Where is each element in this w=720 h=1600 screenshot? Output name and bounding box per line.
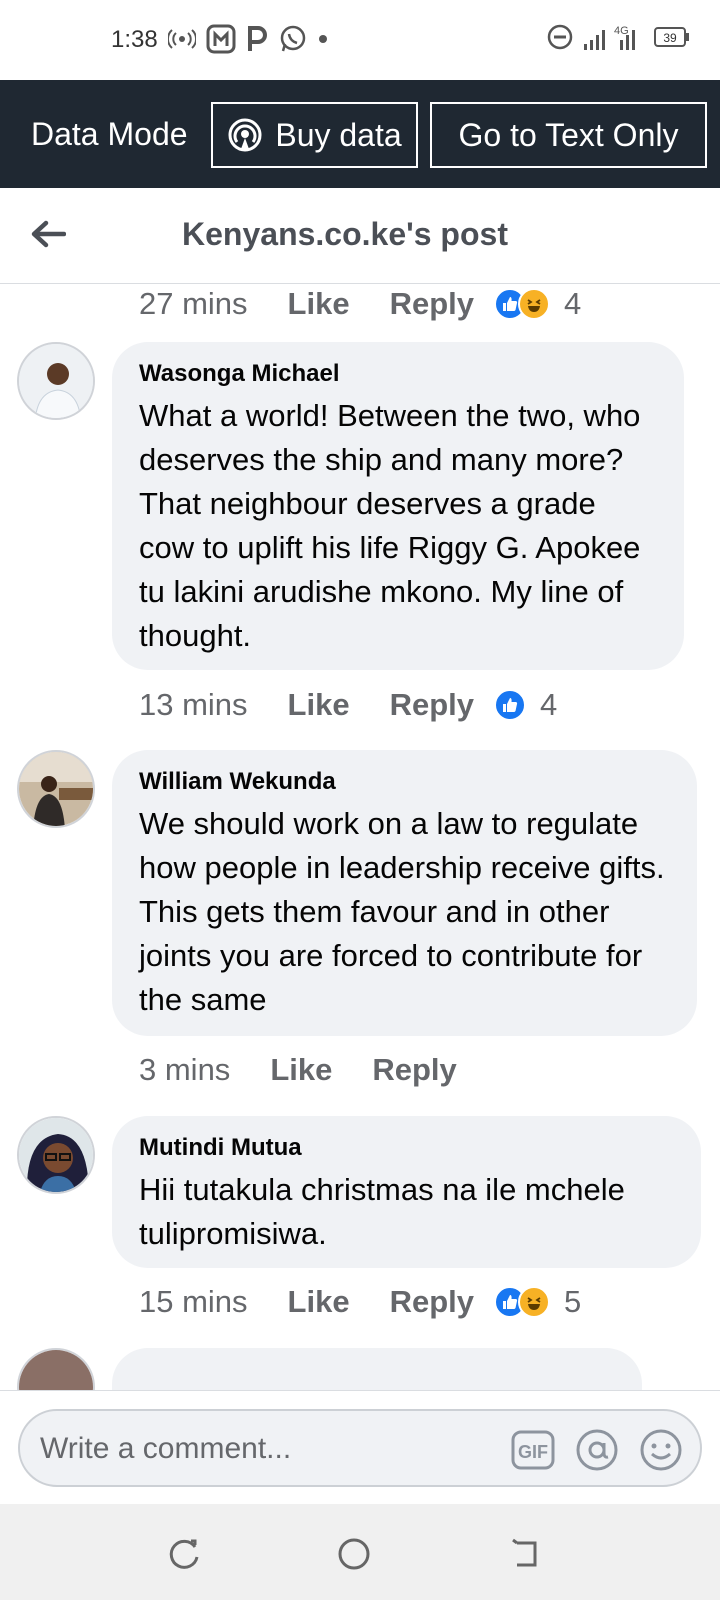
data-mode-bar: Data Mode Buy data Go to Text Only (0, 80, 720, 188)
comment-time: 13 mins (139, 687, 248, 722)
page-title: Kenyans.co.ke's post (182, 216, 508, 252)
mention-icon[interactable] (574, 1427, 620, 1473)
reactions[interactable]: 4 (494, 687, 557, 723)
hotspot-icon (168, 29, 196, 49)
comment-meta-row: 3 mins Like Reply (139, 1050, 457, 1090)
status-left-icons (168, 24, 328, 54)
buy-data-label: Buy data (275, 116, 402, 153)
avatar[interactable] (17, 1348, 95, 1390)
whatsapp-icon (278, 24, 308, 54)
status-bar: 1:38 4G 39 (0, 0, 720, 80)
status-time: 1:38 (111, 26, 158, 53)
p-icon (246, 25, 268, 53)
comment-text: We should work on a law to regulate how … (139, 806, 665, 1017)
post-header: Kenyans.co.ke's post (0, 188, 720, 284)
comment-composer[interactable]: GIF (18, 1409, 702, 1487)
comment-author[interactable]: William Wekunda (139, 768, 671, 796)
comment-author[interactable]: Wasonga Michael (139, 360, 658, 388)
comment-time: 3 mins (139, 1052, 231, 1087)
comment-text: Hii tutakula christmas na ile mchele tul… (139, 1172, 625, 1251)
svg-text:39: 39 (663, 31, 677, 45)
data-mode-label: Data Mode (31, 116, 188, 152)
signal-icon: 4G (582, 22, 646, 52)
dot-icon (318, 34, 328, 44)
gif-icon[interactable]: GIF (510, 1427, 556, 1473)
battery-icon: 39 (654, 26, 690, 48)
comment-author[interactable]: Mutindi Mutua (139, 1134, 675, 1162)
reply-link[interactable]: Reply (390, 286, 474, 322)
avatar[interactable] (17, 1116, 95, 1194)
comment-bubble[interactable]: Mutindi Mutua Hii tutakula christmas na … (112, 1116, 701, 1268)
like-link[interactable]: Like (270, 1052, 332, 1088)
reaction-count: 4 (564, 286, 582, 321)
status-right-icons: 4G 39 (546, 22, 690, 52)
recents-icon[interactable] (164, 1534, 204, 1574)
reply-link[interactable]: Reply (390, 1284, 474, 1320)
app-icon (206, 24, 236, 54)
reply-link[interactable]: Reply (372, 1052, 456, 1088)
home-icon[interactable] (334, 1534, 374, 1574)
haha-reaction-icon (518, 1286, 550, 1318)
like-reaction-icon (494, 689, 526, 721)
comment-composer-area: GIF (0, 1390, 720, 1504)
reactions[interactable]: 4 (494, 286, 581, 322)
emoji-icon[interactable] (638, 1427, 684, 1473)
dnd-icon (546, 23, 574, 51)
avatar[interactable] (17, 342, 95, 420)
reply-link[interactable]: Reply (390, 687, 474, 723)
comment-input[interactable] (40, 1429, 480, 1469)
avatar[interactable] (17, 750, 95, 828)
text-only-label: Go to Text Only (458, 116, 679, 153)
comment-text: What a world! Between the two, who deser… (139, 398, 641, 653)
comment-bubble[interactable] (112, 1348, 642, 1390)
comment-time: 27 mins (139, 286, 248, 321)
reaction-count: 5 (564, 1284, 582, 1319)
back-icon[interactable] (506, 1534, 546, 1574)
go-to-text-only-button[interactable]: Go to Text Only (430, 102, 707, 168)
buy-data-button[interactable]: Buy data (211, 102, 418, 168)
comment-meta-row: 13 mins Like Reply 4 (139, 685, 557, 725)
like-link[interactable]: Like (288, 687, 350, 723)
reaction-count: 4 (540, 687, 558, 722)
like-link[interactable]: Like (288, 286, 350, 322)
comment-meta-row: 15 mins Like Reply 5 (139, 1282, 581, 1322)
comments-feed[interactable]: 27 mins Like Reply 4 Wasonga Michael Wha… (0, 284, 720, 1390)
comment-bubble[interactable]: Wasonga Michael What a world! Between th… (112, 342, 684, 670)
comment-bubble[interactable]: William Wekunda We should work on a law … (112, 750, 697, 1036)
comment-time: 15 mins (139, 1284, 248, 1319)
comment-meta-row: 27 mins Like Reply 4 (139, 284, 581, 324)
system-nav-bar (0, 1504, 720, 1600)
broadcast-icon (227, 117, 275, 153)
svg-text:GIF: GIF (518, 1442, 548, 1462)
like-link[interactable]: Like (288, 1284, 350, 1320)
haha-reaction-icon (518, 288, 550, 320)
reactions[interactable]: 5 (494, 1284, 581, 1320)
